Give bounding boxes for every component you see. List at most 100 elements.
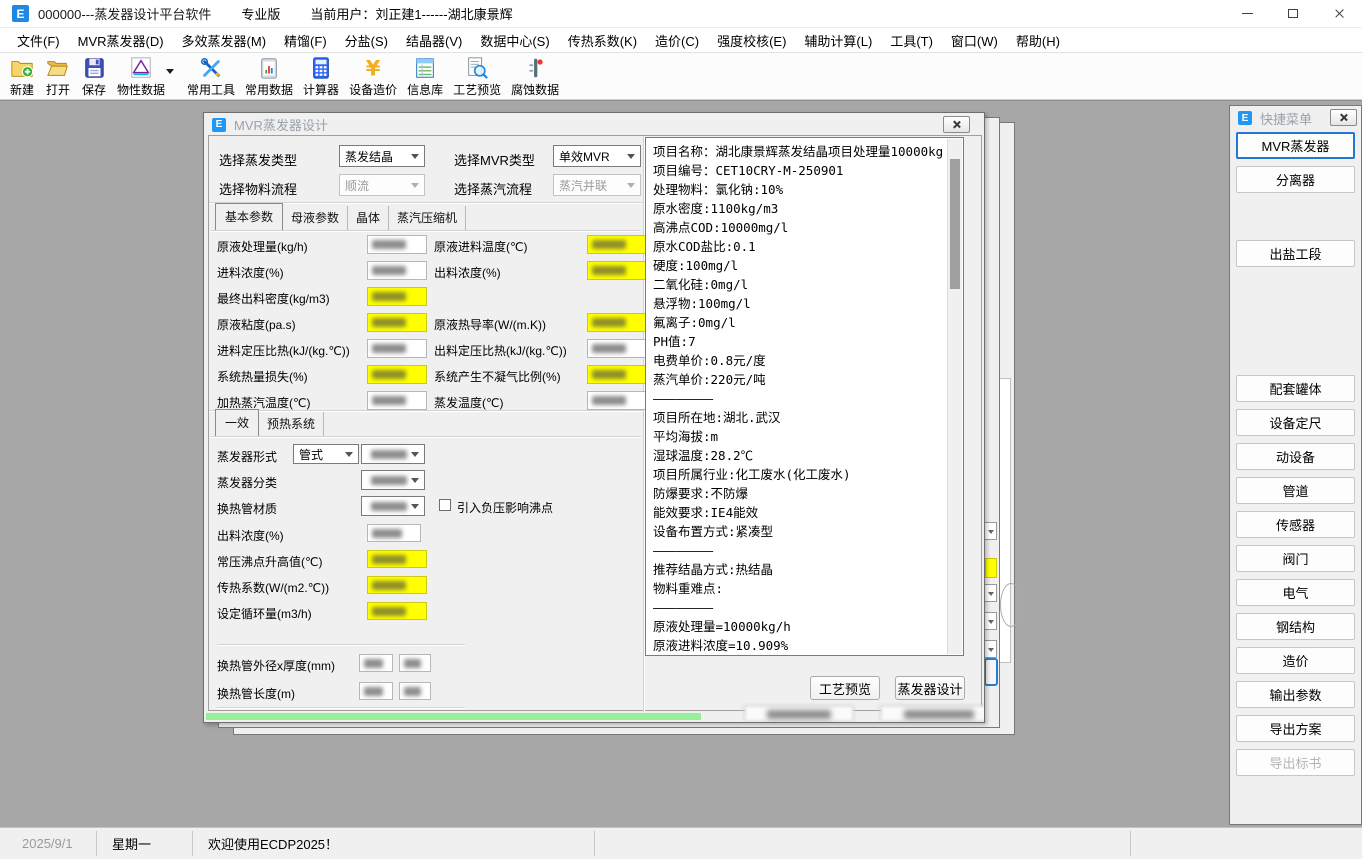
menu-item[interactable]: 分盐(S) xyxy=(336,28,397,53)
project-info-line: 项目编号：CET10CRY-M-250901 xyxy=(653,161,943,180)
vacuum-effect-checkbox[interactable] xyxy=(439,499,451,511)
parameter-input[interactable] xyxy=(367,313,427,332)
background-blue-button-fragment xyxy=(984,658,998,686)
menu-item[interactable]: 帮助(H) xyxy=(1007,28,1069,53)
toolbar-new-button[interactable]: 新建 xyxy=(4,55,40,98)
parameter-input[interactable] xyxy=(587,313,647,332)
quick-menu-button[interactable]: 配套罐体 xyxy=(1236,375,1355,402)
parameter-input[interactable] xyxy=(587,365,647,384)
project-info-line: 悬浮物:100mg/l xyxy=(653,294,943,313)
parameter-tab[interactable]: 基本参数 xyxy=(215,203,283,230)
tube-thickness-input[interactable] xyxy=(399,654,431,672)
effect-tab[interactable]: 一效 xyxy=(215,409,259,436)
parameter-input[interactable] xyxy=(587,235,647,254)
menu-item[interactable]: 造价(C) xyxy=(646,28,708,53)
menu-item[interactable]: 精馏(F) xyxy=(275,28,336,53)
quick-menu-button[interactable]: 输出参数 xyxy=(1236,681,1355,708)
parameter-input[interactable] xyxy=(367,339,427,358)
quick-menu-button[interactable]: 管道 xyxy=(1236,477,1355,504)
scrollbar-thumb[interactable] xyxy=(950,159,960,289)
parameter-input[interactable] xyxy=(587,339,647,358)
close-button[interactable] xyxy=(1316,0,1362,27)
tube-length-input-2[interactable] xyxy=(399,682,431,700)
toolbar-info-library-button[interactable]: 信息库 xyxy=(402,55,448,98)
quick-menu-button[interactable]: 传感器 xyxy=(1236,511,1355,538)
dialog-close-button[interactable] xyxy=(943,116,970,133)
toolbar-common-data-button[interactable]: 常用数据 xyxy=(240,55,298,98)
parameter-tab[interactable]: 蒸汽压缩机 xyxy=(389,206,466,230)
project-info-line: 氟离子:0mg/l xyxy=(653,313,943,332)
menu-item[interactable]: 强度校核(E) xyxy=(708,28,795,53)
save-icon xyxy=(81,55,107,81)
dropdown-arrow-icon[interactable] xyxy=(166,69,174,74)
parameter-input[interactable] xyxy=(367,287,427,306)
quick-menu-button[interactable]: MVR蒸发器 xyxy=(1236,132,1355,159)
toolbar-calculator-button[interactable]: 计算器 xyxy=(298,55,344,98)
parameter-input[interactable] xyxy=(587,391,647,410)
effect-tab[interactable]: 预热系统 xyxy=(259,412,324,436)
toolbar-open-button[interactable]: 打开 xyxy=(40,55,76,98)
outlet-concentration-input[interactable] xyxy=(367,524,421,542)
evaporator-form-select[interactable]: 管式 xyxy=(293,444,359,464)
evaporator-class-select[interactable] xyxy=(361,470,425,490)
quick-menu-button[interactable]: 导出方案 xyxy=(1236,715,1355,742)
parameter-input[interactable] xyxy=(367,261,427,280)
menu-item[interactable]: MVR蒸发器(D) xyxy=(69,28,173,53)
menu-item[interactable]: 数据中心(S) xyxy=(471,28,558,53)
boiling-point-rise-input[interactable] xyxy=(367,550,427,568)
minimize-button[interactable] xyxy=(1224,0,1270,27)
redacted-value xyxy=(372,344,406,353)
toolbar-common-tools-button[interactable]: 常用工具 xyxy=(182,55,240,98)
parameter-input[interactable] xyxy=(367,391,427,410)
background-yellow-fragment xyxy=(985,558,997,578)
quick-menu-button[interactable]: 造价 xyxy=(1236,647,1355,674)
menu-item[interactable]: 结晶器(V) xyxy=(397,28,471,53)
dialog-titlebar[interactable]: E MVR蒸发器设计 xyxy=(204,113,984,136)
quick-menu-button[interactable]: 设备定尺 xyxy=(1236,409,1355,436)
steam-flow-select[interactable]: 蒸汽并联 xyxy=(553,174,641,196)
menu-item[interactable]: 工具(T) xyxy=(881,28,942,53)
parameter-input[interactable] xyxy=(587,261,647,280)
parameter-input[interactable] xyxy=(367,365,427,384)
material-flow-select[interactable]: 顺流 xyxy=(339,174,425,196)
tube-od-thickness-label: 换热管外径x厚度(mm) xyxy=(217,657,335,674)
toolbar-label: 计算器 xyxy=(303,81,339,98)
mvr-type-select[interactable]: 单效MVR xyxy=(553,145,641,167)
menu-item[interactable]: 窗口(W) xyxy=(942,28,1007,53)
project-info-panel[interactable]: 项目名称：湖北康景辉蒸发结晶项目处理量10000kgh项目编号：CET10CRY… xyxy=(645,137,964,656)
tube-od-input[interactable] xyxy=(359,654,393,672)
evaporator-form-sub-select[interactable] xyxy=(361,444,425,464)
toolbar-equipment-cost-button[interactable]: ¥ 设备造价 xyxy=(344,55,402,98)
toolbar-save-button[interactable]: 保存 xyxy=(76,55,112,98)
tube-material-select[interactable] xyxy=(361,496,425,516)
parameter-tab[interactable]: 母液参数 xyxy=(283,206,348,230)
toolbar-property-data-button[interactable]: 物性数据 xyxy=(112,55,182,98)
menu-item[interactable]: 传热系数(K) xyxy=(559,28,646,53)
heat-transfer-coefficient-input[interactable] xyxy=(367,576,427,594)
quick-menu-button[interactable]: 电气 xyxy=(1236,579,1355,606)
quick-menu-button[interactable]: 导出标书 xyxy=(1236,749,1355,776)
quick-menu-close-button[interactable] xyxy=(1330,109,1357,126)
process-preview-button[interactable]: 工艺预览 xyxy=(810,676,880,700)
toolbar-process-preview-button[interactable]: 工艺预览 xyxy=(448,55,506,98)
menu-item[interactable]: 辅助计算(L) xyxy=(795,28,881,53)
evaporator-design-button[interactable]: 蒸发器设计 xyxy=(895,676,965,700)
toolbar-label: 设备造价 xyxy=(349,81,397,98)
quick-menu-button[interactable]: 动设备 xyxy=(1236,443,1355,470)
menu-item[interactable]: 多效蒸发器(M) xyxy=(173,28,276,53)
quick-menu-button[interactable]: 出盐工段 xyxy=(1236,240,1355,267)
parameter-tab[interactable]: 晶体 xyxy=(348,206,389,230)
parameter-input[interactable] xyxy=(367,235,427,254)
chevron-down-icon xyxy=(411,504,419,509)
tube-length-input-1[interactable] xyxy=(359,682,393,700)
evap-type-select[interactable]: 蒸发结晶 xyxy=(339,145,425,167)
quick-menu-button[interactable]: 分离器 xyxy=(1236,166,1355,193)
quick-menu-button[interactable]: 阀门 xyxy=(1236,545,1355,572)
circulation-rate-input[interactable] xyxy=(367,602,427,620)
menu-item[interactable]: 文件(F) xyxy=(8,28,69,53)
quick-menu-button[interactable]: 钢结构 xyxy=(1236,613,1355,640)
project-info-line: 项目所属行业:化工废水(化工废水) xyxy=(653,465,943,484)
info-panel-scrollbar[interactable] xyxy=(947,139,962,654)
toolbar-corrosion-data-button[interactable]: 腐蚀数据 xyxy=(506,55,564,98)
maximize-button[interactable] xyxy=(1270,0,1316,27)
